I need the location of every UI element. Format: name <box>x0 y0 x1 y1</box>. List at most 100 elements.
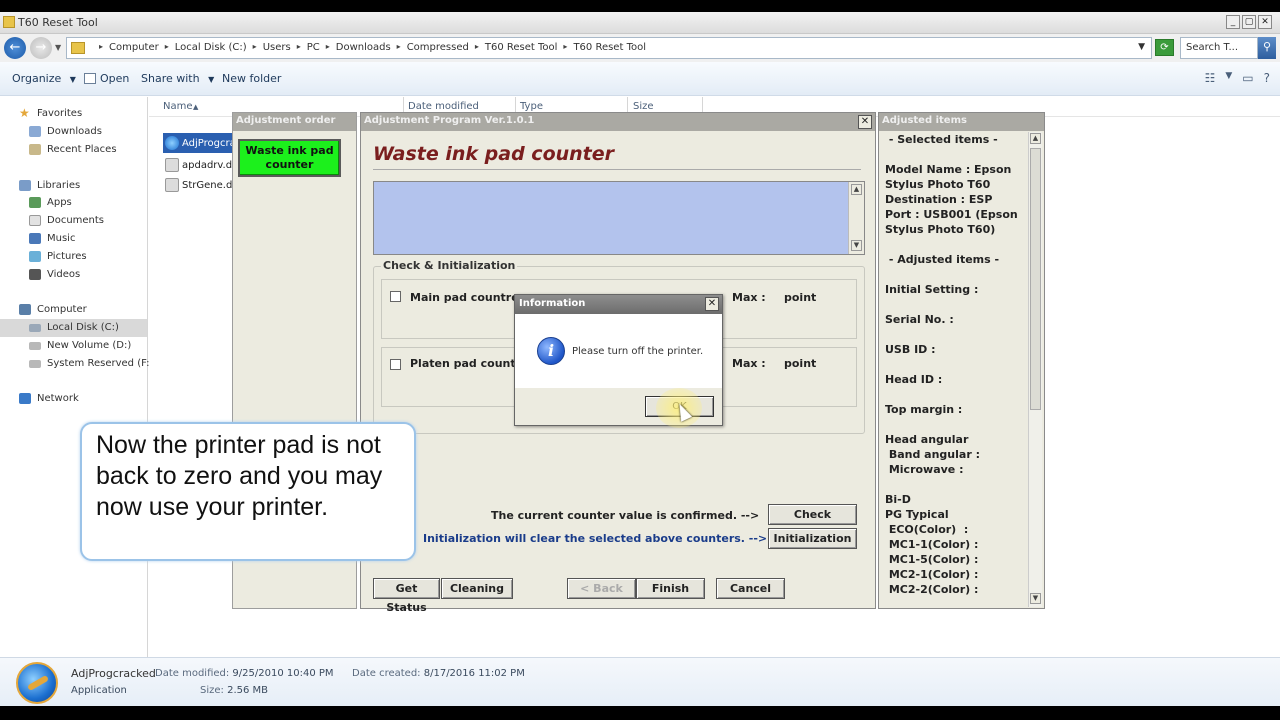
apps-icon <box>29 197 41 208</box>
file-row[interactable]: apdadrv.d <box>163 155 233 175</box>
close-button[interactable]: ✕ <box>1258 15 1272 29</box>
documents-icon <box>29 215 41 226</box>
videos-icon <box>29 269 41 280</box>
help-icon[interactable]: ? <box>1264 71 1270 85</box>
sidebar-item-label: Videos <box>47 269 81 280</box>
music-icon <box>29 233 41 244</box>
breadcrumb-item[interactable]: Downloads <box>336 42 391 53</box>
sidebar-item-videos[interactable]: Videos <box>0 266 147 284</box>
adjusted-items-window: Adjusted items - Selected items - Model … <box>878 112 1045 609</box>
scroll-up-icon[interactable]: ▲ <box>1030 133 1041 144</box>
waste-ink-pad-counter-button[interactable]: Waste ink pad counter <box>238 139 341 177</box>
group-title: Check & Initialization <box>381 259 518 272</box>
main-pad-checkbox[interactable] <box>390 291 401 302</box>
column-header-type[interactable]: Type <box>520 101 543 112</box>
address-bar[interactable]: ▸ Computer ▸ Local Disk (C:) ▸ Users ▸ P… <box>66 37 1152 59</box>
open-button[interactable]: Open <box>84 72 129 85</box>
title-bar: T60 Reset Tool _ ▢ ✕ <box>0 12 1280 34</box>
platen-pad-point-label: point <box>784 357 817 370</box>
video-letterbox-bar <box>0 706 1280 720</box>
init-instruction: Initialization will clear the selected a… <box>423 532 768 545</box>
drive-icon <box>29 324 41 332</box>
main-pad-max-label: Max : <box>732 291 766 304</box>
sidebar-item-recent-places[interactable]: Recent Places <box>0 141 147 159</box>
scroll-down-icon[interactable]: ▼ <box>851 240 862 251</box>
date-modified-label: Date modified: <box>155 668 230 679</box>
scrollbar[interactable]: ▲ ▼ <box>1028 132 1042 607</box>
navigation-pane: ★ Favorites Downloads Recent Places Libr… <box>0 97 153 657</box>
sidebar-item-apps[interactable]: Apps <box>0 194 147 212</box>
cancel-button[interactable]: Cancel <box>716 578 785 599</box>
finish-button[interactable]: Finish <box>636 578 705 599</box>
back-button[interactable]: < Back <box>567 578 636 599</box>
preview-pane-icon[interactable]: ▭ <box>1242 71 1253 85</box>
sidebar-item-label: System Reserved (F:) <box>47 358 154 369</box>
organize-label: Organize <box>12 72 62 85</box>
sidebar-item-favorites[interactable]: ★ Favorites <box>0 105 147 123</box>
drive-icon <box>29 360 41 368</box>
close-button[interactable]: ✕ <box>858 115 872 129</box>
cleaning-button[interactable]: Cleaning <box>441 578 513 599</box>
date-created-value: 8/17/2016 11:02 PM <box>423 668 525 679</box>
column-header-date-modified[interactable]: Date modified <box>408 101 479 112</box>
sidebar-item-label: Favorites <box>37 108 83 119</box>
new-folder-button[interactable]: New folder <box>222 72 281 85</box>
maximize-button[interactable]: ▢ <box>1242 15 1256 29</box>
sidebar-item-pictures[interactable]: Pictures <box>0 248 147 266</box>
address-dropdown-icon[interactable]: ▼ <box>1138 42 1145 52</box>
sidebar-item-music[interactable]: Music <box>0 230 147 248</box>
organize-button[interactable]: Organize ▼ <box>12 72 76 85</box>
sidebar-item-network[interactable]: Network <box>0 390 147 408</box>
forward-button[interactable]: → <box>30 37 52 59</box>
chevron-down-icon: ▼ <box>69 75 76 84</box>
star-icon: ★ <box>19 106 30 120</box>
sidebar-item-system-reserved[interactable]: System Reserved (F:) <box>0 355 153 373</box>
search-input[interactable]: Search T... <box>1180 37 1258 59</box>
column-header-name[interactable]: Name <box>163 101 193 112</box>
view-options-icon[interactable]: ☷ <box>1205 71 1216 85</box>
sidebar-item-computer[interactable]: Computer <box>0 301 147 319</box>
scrollbar[interactable]: ▲ ▼ <box>848 182 864 254</box>
breadcrumb-item[interactable]: T60 Reset Tool <box>485 42 558 53</box>
chevron-down-icon[interactable]: ▼ <box>1225 71 1232 85</box>
get-status-button[interactable]: Get Status <box>373 578 440 614</box>
downloads-icon <box>29 126 41 137</box>
recent-pages-dropdown-icon[interactable]: ▼ <box>55 43 61 52</box>
main-pad-label: Main pad countre <box>410 291 519 304</box>
share-with-button[interactable]: Share with ▼ <box>141 72 214 85</box>
check-button[interactable]: Check <box>768 504 857 525</box>
close-button[interactable]: ✕ <box>705 297 719 311</box>
search-icon[interactable]: ⚲ <box>1258 37 1276 59</box>
window-title: T60 Reset Tool <box>18 16 98 29</box>
sidebar-item-documents[interactable]: Documents <box>0 212 147 230</box>
libraries-icon <box>19 180 31 191</box>
breadcrumb-item[interactable]: Users <box>263 42 291 53</box>
breadcrumb-item[interactable]: Local Disk (C:) <box>175 42 247 53</box>
minimize-button[interactable]: _ <box>1226 15 1240 29</box>
network-icon <box>19 393 31 404</box>
open-label: Open <box>100 72 130 85</box>
initialization-button[interactable]: Initialization <box>768 528 857 549</box>
sidebar-item-libraries[interactable]: Libraries <box>0 177 147 195</box>
file-row[interactable]: StrGene.dl <box>163 175 235 195</box>
breadcrumb-item[interactable]: Computer <box>109 42 159 53</box>
breadcrumb-item[interactable]: PC <box>307 42 320 53</box>
scroll-down-icon[interactable]: ▼ <box>1030 593 1041 604</box>
column-header-size[interactable]: Size <box>633 101 654 112</box>
platen-pad-checkbox[interactable] <box>390 359 401 370</box>
file-row[interactable]: AdjProgcra <box>163 133 236 153</box>
drive-icon <box>29 342 41 350</box>
breadcrumb-item[interactable]: Compressed <box>407 42 469 53</box>
scroll-up-icon[interactable]: ▲ <box>851 184 862 195</box>
dll-file-icon <box>165 178 179 192</box>
breadcrumb-item[interactable]: T60 Reset Tool <box>573 42 646 53</box>
sidebar-item-downloads[interactable]: Downloads <box>0 123 147 141</box>
sidebar-item-new-volume[interactable]: New Volume (D:) <box>0 337 147 355</box>
sidebar-item-local-disk[interactable]: Local Disk (C:) <box>0 319 147 337</box>
refresh-button[interactable]: ⟳ <box>1155 39 1174 56</box>
back-button[interactable]: ← <box>4 37 26 59</box>
size-label: Size: <box>200 685 224 696</box>
file-name: apdadrv.d <box>182 160 233 171</box>
date-modified-value: 9/25/2010 10:40 PM <box>232 668 334 679</box>
scrollbar-thumb[interactable] <box>1030 148 1041 410</box>
